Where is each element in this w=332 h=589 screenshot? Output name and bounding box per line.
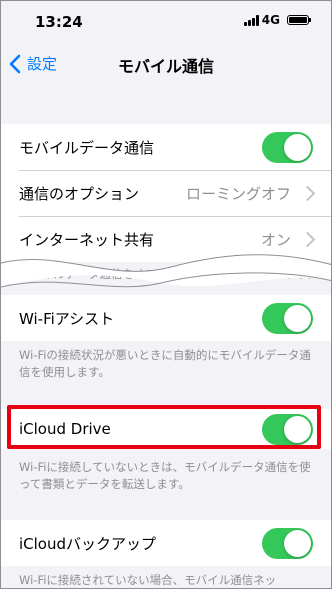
- status-indicators: 4G: [243, 13, 311, 27]
- cellular-options-label: 通信のオプション: [19, 184, 140, 203]
- phone-screen: 13:24 4G 設定 モバイル通信 モバイルデータ通信 通信のオプション ロー…: [0, 0, 332, 589]
- wifi-assist-toggle[interactable]: [262, 303, 313, 334]
- cellular-options-row[interactable]: 通信のオプション ローミングオフ: [1, 170, 331, 216]
- icloud-drive-group: iCloud Drive: [1, 409, 331, 449]
- cellular-data-label: モバイルデータ通信: [19, 138, 155, 157]
- wifi-assist-footnote: Wi-Fiの接続状況が悪いときに自動的にモバイルデータ通信を使用します。: [19, 348, 311, 379]
- cellular-data-toggle[interactable]: [262, 132, 313, 163]
- icloud-backup-toggle[interactable]: [262, 528, 313, 559]
- icloud-backup-group: iCloudバックアップ: [1, 520, 331, 566]
- icloud-backup-label: iCloudバックアップ: [19, 534, 157, 553]
- cellular-options-value: ローミングオフ: [185, 184, 291, 203]
- icloud-backup-row: iCloudバックアップ: [1, 520, 331, 566]
- icloud-drive-label: iCloud Drive: [19, 420, 111, 438]
- cellular-data-row: モバイルデータ通信: [1, 124, 331, 170]
- status-time: 13:24: [35, 13, 83, 31]
- chevron-right-icon: [299, 185, 316, 201]
- cellular-signal-icon: [243, 14, 259, 26]
- network-type: 4G: [261, 13, 280, 27]
- battery-icon: [287, 15, 311, 25]
- icloud-drive-toggle[interactable]: [262, 414, 313, 445]
- cellular-settings-group: モバイルデータ通信 通信のオプション ローミングオフ インターネット共有 オン: [1, 124, 331, 262]
- wifi-assist-label: Wi-Fiアシスト: [19, 309, 115, 328]
- icloud-drive-row: iCloud Drive: [1, 409, 331, 449]
- icloud-backup-footnote: Wi-Fiに接続されていない場合、モバイル通信ネッ: [19, 573, 277, 587]
- torn-edge-divider: [1, 254, 331, 288]
- page-title: モバイル通信: [117, 57, 214, 76]
- icloud-drive-footnote: Wi-Fiに接続していないときは、モバイルデータ通信を使って書類とデータを転送し…: [19, 460, 311, 491]
